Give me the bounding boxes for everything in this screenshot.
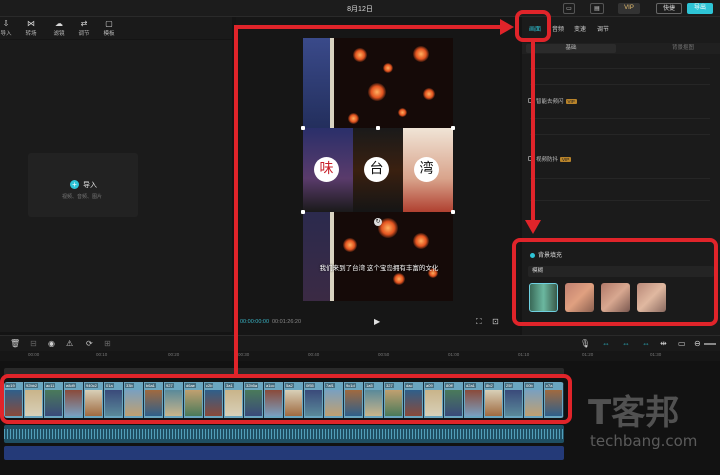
resize-handle[interactable] [301,210,305,214]
title-bar: 8月12日 ▭ ▤ VIP 快捷 导出 [0,0,720,17]
loop-icon[interactable]: ⟳ [86,339,93,348]
snap-icon[interactable]: ⇔ [622,339,630,348]
ruler-tick: 00:40 [308,352,320,357]
toolbar-item-adjust[interactable]: ⇄ 调节 [73,19,95,37]
arrow-right-icon [500,19,514,35]
filter-icon: ☁ [55,19,63,28]
import-dropzone[interactable]: + 导入 视频、音频、图片 [28,153,138,217]
resize-handle[interactable] [376,126,380,130]
ruler-tick: 01:30 [650,352,662,357]
ruler-tick: 00:10 [96,352,108,357]
watermark-url: techbang.com [590,432,698,450]
delete-icon[interactable]: 🗑 [10,339,20,348]
media-toolbar: ⇩ 导入 ⋈ 转场 ☁ 滤镜 ⇄ 调节 ▢ 模板 [0,17,232,39]
tile-char: 湾 [414,157,439,182]
subtab-cutout[interactable]: 背景抠图 [672,44,694,53]
music-track[interactable] [4,446,564,460]
ruler-tick: 00:30 [238,352,250,357]
vip-button[interactable]: VIP [618,3,640,14]
tab-speed[interactable]: 变速 [574,24,586,33]
microphone-icon[interactable]: 🎙 [580,339,590,348]
export-button[interactable]: 导出 [687,3,713,14]
zoom-out-icon[interactable]: ⊖ [694,339,701,348]
ruler-tick: 01:20 [582,352,594,357]
annotation-line [531,42,535,220]
ruler-tick: 01:00 [448,352,460,357]
crop-icon[interactable]: ⊞ [104,339,111,348]
current-time: 00:00:00:00 [240,319,270,325]
toolbar-item-template[interactable]: ▢ 模板 [98,19,120,37]
preview-axis-icon[interactable]: ⇹ [660,339,667,348]
ruler-tick: 01:10 [518,352,530,357]
resize-handle[interactable] [451,210,455,214]
stabilize-label: 视频防抖 VIP [536,157,572,163]
record-icon[interactable]: ◉ [48,339,55,348]
timeline-ruler[interactable]: 00:00 00:10 00:20 00:30 00:40 00:50 01:0… [0,351,720,361]
magnet-icon[interactable]: ⇔ [642,339,650,348]
toolbar-item-import[interactable]: ⇩ 导入 [0,19,17,37]
tile-3: 湾 [403,128,453,212]
tab-adjust[interactable]: 调节 [597,24,609,33]
annotation-box-background [512,238,718,326]
title-tiles[interactable]: 味 台 湾 [301,126,455,214]
ruler-tick: 00:20 [168,352,180,357]
subtab-bar: 基础 背景抠图 [522,43,720,54]
import-label: 导入 [83,182,97,189]
warning-icon[interactable]: ⚠ [66,339,73,348]
annotation-box-tab [515,10,551,42]
caption-icon[interactable]: ▭ [678,339,686,348]
timeline-toolbar: 🗑 ⊟ ◉ ⚠ ⟳ ⊞ 🎙 ⇔ ⇔ ⇔ ⇹ ▭ ⊖ [0,335,720,351]
tile-1: 味 [303,128,353,212]
annotation-line [234,25,504,29]
import-hint: 视频、音频、图片 [62,194,103,200]
vip-badge: VIP [560,157,572,162]
annotation-box-clips [0,374,572,424]
zoom-slider[interactable] [704,343,716,345]
adjust-icon: ⇄ [80,19,88,28]
tab-audio[interactable]: 音频 [552,24,564,33]
tile-char: 台 [364,157,389,182]
rotate-icon[interactable]: ↻ [374,218,382,226]
layout-icon[interactable]: ▤ [590,3,604,14]
split-icon[interactable]: ⊟ [30,339,37,348]
video-subtitle: 我们来到了台湾 这个宝岛拥有丰富的文化 [319,265,439,272]
plus-icon: + [70,180,79,189]
deflicker-label: 智能去频闪 VIP [536,99,577,105]
window-title: 8月12日 [347,6,373,13]
resize-handle[interactable] [451,126,455,130]
tile-2: 台 [353,128,403,212]
tile-char: 味 [314,157,339,182]
vip-badge: VIP [565,99,577,104]
resize-handle[interactable] [301,126,305,130]
watermark-logo: T客邦 [588,393,680,433]
total-time: 00:01:26:20 [272,319,302,325]
annotation-line [234,25,238,376]
toolbar-item-transition[interactable]: ⋈ 转场 [20,19,42,37]
play-icon[interactable]: ▶ [374,317,380,326]
link-icon[interactable]: ⇔ [602,339,610,348]
audio-track[interactable] [4,425,564,443]
subtab-basic[interactable]: 基础 [526,44,616,53]
toolbar-item-filter[interactable]: ☁ 滤镜 [48,19,70,37]
ruler-tick: 00:50 [378,352,390,357]
shortcut-button[interactable]: 快捷 [656,3,682,14]
monitor-icon[interactable]: ▭ [563,3,575,14]
fullscreen-icon[interactable]: ⛶ [476,317,482,327]
transition-icon: ⋈ [27,19,35,28]
audio-waveform [4,429,564,439]
ruler-tick: 00:00 [28,352,40,357]
template-icon: ▢ [105,19,113,28]
import-icon: ⇩ [2,19,10,28]
arrow-down-icon [525,220,541,234]
ratio-icon[interactable]: ⊡ [492,317,499,326]
